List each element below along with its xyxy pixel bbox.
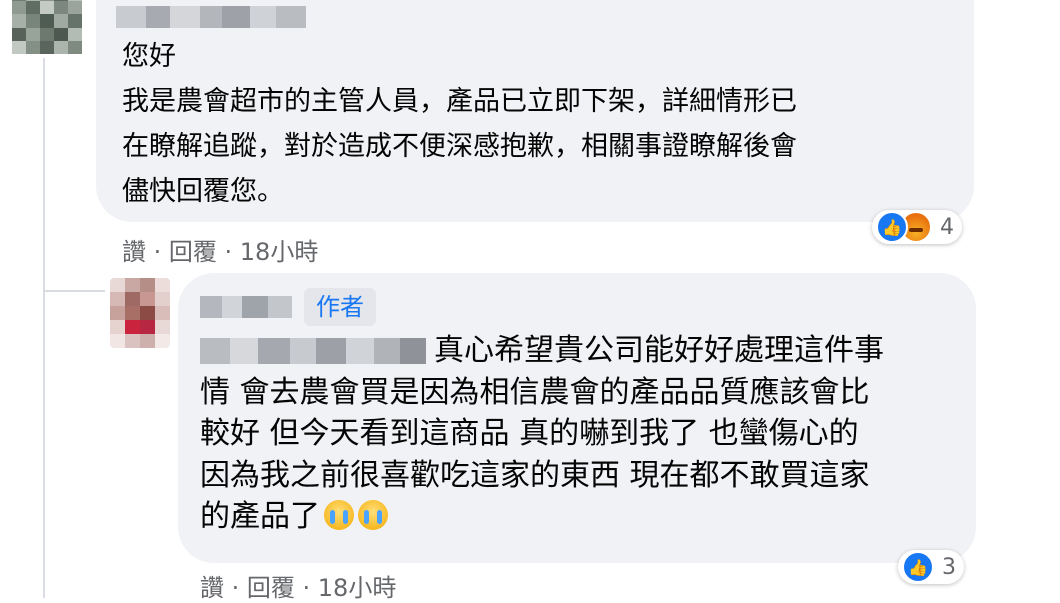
comment-line: 在瞭解追蹤，對於造成不便深感抱歉，相關事證瞭解後會 bbox=[122, 131, 797, 162]
commenter-name[interactable] bbox=[200, 296, 292, 318]
comment-line: 儘快回覆您。 bbox=[122, 176, 284, 207]
comment-line: 的產品了 bbox=[200, 496, 970, 538]
commenter-name[interactable] bbox=[116, 6, 306, 28]
reaction-summary[interactable]: 👍 4 bbox=[872, 210, 962, 244]
separator: · bbox=[146, 238, 169, 266]
like-icon: 👍 bbox=[876, 211, 908, 243]
comment-line: 情 會去農會買是因為相信農會的產品品質應該會比 bbox=[200, 374, 870, 410]
author-badge: 作者 bbox=[304, 288, 376, 326]
comment-line-text: 真心希望貴公司能好好處理這件事 bbox=[434, 333, 884, 368]
comment-text: 真心希望貴公司能好好處理這件事 情 會去農會買是因為相信農會的產品品質應該會比 … bbox=[200, 330, 970, 538]
comment-line: 較好 但今天看到這商品 真的嚇到我了 也蠻傷心的 bbox=[200, 416, 859, 451]
reply-connector bbox=[43, 290, 105, 292]
comment-text: 您好 我是農會超市的主管人員，產品已立即下架，詳細情形已 在瞭解追蹤，對於造成不… bbox=[122, 34, 962, 214]
like-icon: 👍 bbox=[902, 551, 934, 583]
comment-line: 我是農會超市的主管人員，產品已立即下架，詳細情形已 bbox=[122, 86, 797, 117]
thread-line bbox=[43, 58, 45, 598]
loudly-crying-face-icon bbox=[324, 500, 354, 530]
avatar[interactable] bbox=[12, 0, 82, 54]
timestamp[interactable]: 18小時 bbox=[318, 574, 397, 602]
separator: · bbox=[224, 574, 247, 602]
separator: · bbox=[294, 574, 318, 602]
reaction-count: 3 bbox=[942, 554, 956, 580]
comment-line: 因為我之前很喜歡吃這家的東西 現在都不敢買這家 bbox=[200, 457, 870, 493]
comment-actions: 讚 · 回覆 · 18小時 bbox=[200, 568, 396, 603]
comment-line: 真心希望貴公司能好好處理這件事 bbox=[200, 330, 970, 372]
timestamp[interactable]: 18小時 bbox=[240, 238, 319, 266]
like-button[interactable]: 讚 bbox=[122, 238, 146, 266]
reaction-summary[interactable]: 👍 3 bbox=[898, 550, 964, 584]
mentioned-user[interactable] bbox=[200, 336, 426, 364]
comment-line: 您好 bbox=[122, 41, 176, 72]
reply-button[interactable]: 回覆 bbox=[247, 574, 295, 602]
avatar[interactable] bbox=[110, 278, 170, 348]
reply-button[interactable]: 回覆 bbox=[169, 238, 217, 266]
reaction-count: 4 bbox=[940, 214, 954, 240]
like-button[interactable]: 讚 bbox=[200, 574, 224, 602]
separator: · bbox=[216, 238, 240, 266]
loudly-crying-face-icon bbox=[358, 500, 388, 530]
comment-actions: 讚 · 回覆 · 18小時 bbox=[122, 232, 318, 267]
comment-line-text: 的產品了 bbox=[200, 499, 320, 534]
